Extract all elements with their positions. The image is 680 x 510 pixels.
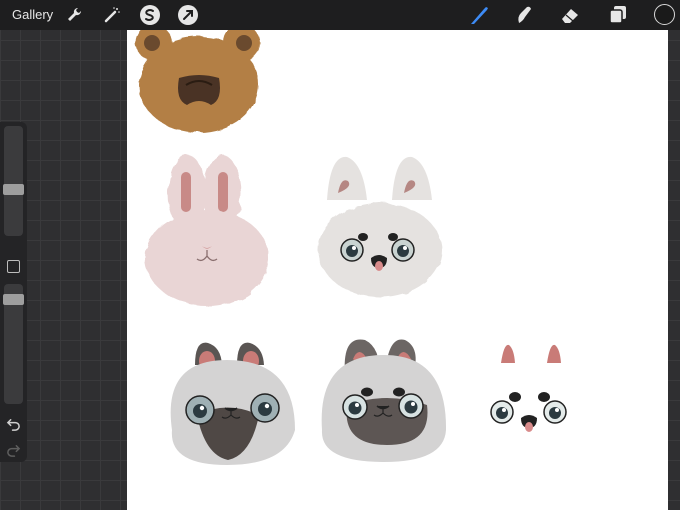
modify-button[interactable]	[7, 260, 20, 273]
color-picker-button[interactable]	[654, 4, 675, 25]
layers-icon[interactable]	[606, 3, 630, 27]
brown-bear-face	[136, 30, 260, 133]
smudge-icon[interactable]	[512, 3, 536, 27]
brush-size-thumb[interactable]	[3, 184, 24, 195]
pink-bunny-face	[145, 155, 269, 306]
siamese-cat-face-2	[321, 339, 447, 462]
redo-icon[interactable]	[6, 442, 21, 457]
siamese-cat-face-1	[170, 342, 295, 465]
undo-icon[interactable]	[6, 416, 21, 431]
top-toolbar: Gallery	[0, 0, 680, 30]
transform-arrow-icon[interactable]	[176, 3, 200, 27]
magic-wand-icon[interactable]	[100, 3, 124, 27]
white-cat-face	[318, 156, 442, 297]
brush-icon[interactable]	[467, 3, 491, 27]
wrench-icon[interactable]	[63, 3, 87, 27]
drawing-canvas[interactable]	[127, 30, 668, 510]
brush-size-slider[interactable]	[4, 126, 23, 236]
line-art-cat-face	[490, 344, 567, 432]
left-sidebar	[0, 122, 27, 462]
selection-s-icon[interactable]	[138, 3, 162, 27]
gallery-button[interactable]: Gallery	[12, 7, 53, 22]
opacity-thumb[interactable]	[3, 294, 24, 305]
eraser-icon[interactable]	[558, 3, 582, 27]
